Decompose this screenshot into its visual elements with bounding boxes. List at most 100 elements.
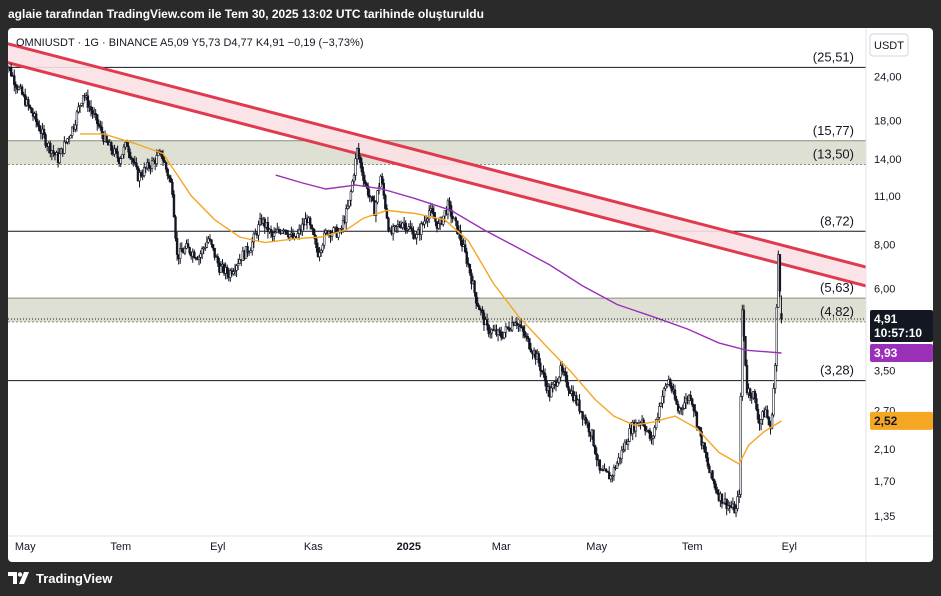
candle-body-down (211, 244, 215, 249)
time-tick-label-6: May (586, 541, 607, 553)
ema-long-badge-text-0: 3,93 (874, 346, 898, 360)
candle-body-down (529, 348, 533, 353)
candle-body-up (296, 233, 299, 239)
zone-band-1 (8, 298, 866, 322)
candle-body-down (767, 417, 771, 426)
current-price-badge-text-1: 10:57:10 (874, 326, 922, 340)
candle-body-up (739, 396, 742, 495)
price-chart[interactable]: (25,51) (15,77) (13,50) (8,72) (5,63) (4,82) (… (8, 28, 933, 562)
candle-body-down (42, 128, 46, 135)
candles-group (8, 63, 783, 518)
level-label-2: (13,50) (813, 147, 854, 162)
candle-body-down (434, 218, 437, 222)
candle-body-down (52, 150, 55, 154)
time-tick-label-5: Mar (492, 541, 511, 553)
candle (720, 493, 724, 509)
candle-body-down (521, 326, 525, 332)
candle-body-down (127, 146, 130, 153)
candle-body-down (689, 394, 692, 400)
candle (736, 490, 739, 512)
level-label-6: (3,28) (820, 363, 854, 378)
candle-body-up (232, 271, 235, 275)
price-tick-label-7: 3,50 (874, 366, 895, 378)
candle (651, 434, 655, 446)
ema-short-badge: 2,52 (870, 411, 933, 430)
chart-panel[interactable]: (25,51) (15,77) (13,50) (8,72) (5,63) (4,82) (… (8, 28, 933, 562)
candle-body-up (437, 223, 440, 229)
candle-body-down (125, 142, 129, 147)
price-tick-label-2: 18,00 (874, 116, 902, 128)
candle (13, 69, 16, 92)
candle-body-up (349, 191, 353, 201)
footer-brand[interactable]: TradingView (8, 566, 112, 590)
candle-body-up (557, 376, 561, 383)
candle-body-down (673, 389, 677, 400)
candle-body-up (80, 102, 83, 106)
candle-body-down (213, 247, 216, 258)
candle-body-up (121, 154, 124, 159)
candle (742, 304, 746, 342)
candle-body-up (656, 416, 659, 420)
candle-body-down (269, 229, 273, 233)
candle-body-up (183, 247, 187, 254)
candle-body-down (166, 168, 169, 177)
candle-body-up (251, 241, 254, 252)
candle (620, 445, 623, 464)
candle (266, 216, 270, 239)
candle-body-up (376, 190, 379, 203)
candle-body-up (346, 205, 349, 209)
price-tick-label-6: 6,00 (874, 283, 895, 295)
candle-body-down (593, 445, 597, 454)
candle-body-down (363, 180, 367, 184)
candle-body-down (100, 126, 104, 135)
candle-body-down (706, 457, 710, 467)
candle-body-down (692, 404, 695, 412)
candle-body-down (454, 217, 457, 222)
level-label-3: (8,72) (820, 213, 854, 228)
currency-button[interactable]: USDT (869, 33, 909, 57)
candle (748, 387, 752, 402)
candle-body-down (285, 229, 288, 235)
currency-button-label: USDT (874, 40, 904, 52)
candle-body-down (592, 429, 595, 447)
candle (463, 239, 467, 254)
candle-body-up (737, 494, 741, 497)
candle-body-down (96, 114, 99, 125)
candle-body-down (705, 451, 708, 459)
candle-body-down (539, 362, 542, 371)
candle-body-down (744, 336, 747, 366)
candle-body-down (147, 162, 151, 169)
level-label-0: (25,51) (813, 49, 854, 64)
candle-body-down (742, 309, 746, 337)
candle (592, 429, 595, 448)
candle-body-down (595, 453, 598, 461)
candle-body-down (675, 398, 678, 405)
candle-body-down (139, 172, 143, 177)
candle (96, 114, 99, 131)
candle (744, 336, 747, 367)
candle-body-up (321, 244, 324, 251)
candle-body-up (332, 227, 335, 234)
candle-body-up (772, 388, 775, 416)
candle-body-up (662, 388, 666, 397)
candle-body-up (775, 307, 778, 366)
candle-body-up (683, 402, 686, 409)
candle-body-down (476, 302, 479, 307)
candle-body-up (503, 332, 506, 339)
candle-body-down (528, 338, 531, 350)
candle-body-up (351, 180, 354, 192)
candle-body-up (235, 265, 238, 271)
time-tick-label-2: Eyl (210, 541, 225, 553)
candle-body-down (161, 156, 165, 161)
candle-body-down (465, 251, 468, 264)
candle-body-up (200, 248, 204, 255)
candle-body-up (626, 441, 630, 445)
price-tick-label-4: 11,00 (874, 191, 901, 203)
candle-body-down (481, 309, 484, 314)
candle-body-down (526, 336, 530, 339)
candle-body-down (748, 388, 752, 396)
candle-body-down (384, 195, 387, 209)
time-tick-label-7: Tem (682, 541, 703, 553)
candle-body-down (564, 372, 567, 376)
candle-body-down (34, 113, 38, 123)
